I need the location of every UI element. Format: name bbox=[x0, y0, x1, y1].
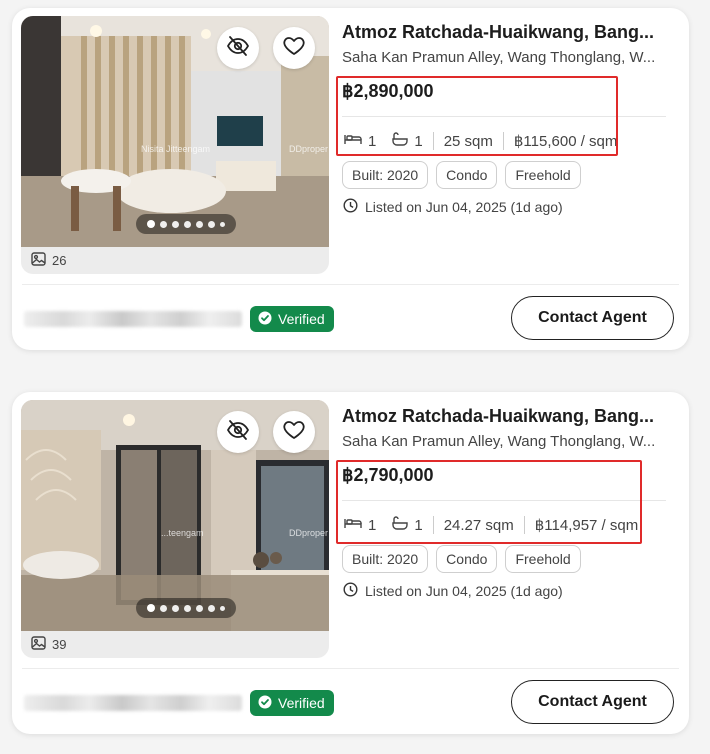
divider bbox=[22, 284, 679, 285]
area-value: 24.27 sqm bbox=[443, 516, 514, 534]
listing-photo-container[interactable]: ...teengam DDproper 39 bbox=[21, 400, 329, 658]
image-icon bbox=[31, 252, 46, 269]
tag-type: Condo bbox=[436, 161, 498, 189]
badge-check-icon bbox=[258, 695, 272, 712]
photo-brand-watermark: DDproper bbox=[289, 528, 329, 538]
area-value: 25 sqm bbox=[443, 132, 493, 150]
listing-title[interactable]: Atmoz Ratchada-Huaikwang, Bang... bbox=[342, 22, 672, 43]
beds-spec: 1 bbox=[344, 516, 376, 534]
listing-price: ฿2,890,000 bbox=[342, 81, 434, 101]
tag-tenure: Freehold bbox=[505, 161, 581, 189]
carousel-dot[interactable] bbox=[160, 604, 167, 612]
badge-check-icon bbox=[258, 311, 272, 328]
photo-count: 39 bbox=[31, 636, 66, 653]
carousel-dot[interactable] bbox=[160, 220, 167, 228]
bathtub-icon bbox=[392, 132, 409, 150]
carousel-indicator[interactable] bbox=[136, 214, 236, 234]
tag-type: Condo bbox=[436, 545, 498, 573]
beds-value: 1 bbox=[368, 516, 377, 534]
image-icon bbox=[31, 636, 46, 653]
eye-slash-icon bbox=[226, 418, 250, 447]
listing-photo-container[interactable]: Nisita Jitteengam DDproper 26 bbox=[21, 16, 329, 274]
listed-date: Listed on Jun 04, 2025 (1d ago) bbox=[343, 198, 563, 216]
spec-separator bbox=[432, 516, 434, 534]
hide-listing-button[interactable] bbox=[217, 411, 259, 453]
heart-icon bbox=[282, 418, 306, 447]
carousel-dot[interactable] bbox=[184, 220, 191, 228]
listing-tags: Built: 2020 Condo Freehold bbox=[342, 161, 581, 189]
listing-price: ฿2,790,000 bbox=[342, 465, 434, 485]
favorite-button[interactable] bbox=[273, 411, 315, 453]
beds-spec: 1 bbox=[344, 132, 376, 150]
listing-address: Saha Kan Pramun Alley, Wang Thonglang, W… bbox=[342, 433, 656, 450]
listed-date-text: Listed on Jun 04, 2025 (1d ago) bbox=[365, 583, 563, 599]
verified-label: Verified bbox=[278, 311, 325, 327]
listed-date: Listed on Jun 04, 2025 (1d ago) bbox=[343, 582, 563, 600]
baths-value: 1 bbox=[414, 516, 423, 534]
photo-count-value: 39 bbox=[52, 637, 67, 652]
contact-agent-button[interactable]: Contact Agent bbox=[511, 296, 674, 340]
heart-icon bbox=[282, 34, 306, 63]
eye-slash-icon bbox=[226, 34, 250, 63]
price-per-sqm: ฿114,957 / sqm bbox=[534, 517, 639, 534]
bed-icon bbox=[344, 132, 362, 150]
verified-label: Verified bbox=[278, 695, 325, 711]
carousel-dot[interactable] bbox=[196, 220, 203, 228]
listing-card[interactable]: ...teengam DDproper 39 Atmoz Ratchada-Hu… bbox=[12, 392, 689, 734]
clock-icon bbox=[343, 198, 358, 216]
baths-spec: 1 bbox=[392, 132, 423, 150]
agent-name-blurred[interactable] bbox=[24, 311, 242, 327]
carousel-dot[interactable] bbox=[220, 605, 225, 611]
photo-watermark: Nisita Jitteengam bbox=[141, 144, 211, 154]
photo-brand-watermark: DDproper bbox=[289, 144, 329, 154]
listing-address: Saha Kan Pramun Alley, Wang Thonglang, W… bbox=[342, 49, 656, 66]
carousel-dot[interactable] bbox=[220, 221, 225, 227]
tag-tenure: Freehold bbox=[505, 545, 581, 573]
verified-badge: Verified bbox=[250, 306, 334, 332]
spec-separator bbox=[432, 132, 434, 150]
carousel-dot[interactable] bbox=[184, 604, 191, 612]
divider bbox=[22, 668, 679, 669]
spec-separator bbox=[523, 516, 525, 534]
listing-title[interactable]: Atmoz Ratchada-Huaikwang, Bang... bbox=[342, 406, 672, 427]
spec-separator bbox=[502, 132, 504, 150]
clock-icon bbox=[343, 582, 358, 600]
tag-built: Built: 2020 bbox=[342, 161, 429, 189]
photo-watermark: ...teengam bbox=[161, 528, 204, 538]
listed-date-text: Listed on Jun 04, 2025 (1d ago) bbox=[365, 199, 563, 215]
tag-built: Built: 2020 bbox=[342, 545, 429, 573]
bathtub-icon bbox=[392, 516, 409, 534]
baths-spec: 1 bbox=[392, 516, 423, 534]
contact-agent-button[interactable]: Contact Agent bbox=[511, 680, 674, 724]
carousel-dot[interactable] bbox=[196, 604, 203, 612]
verified-badge: Verified bbox=[250, 690, 334, 716]
beds-value: 1 bbox=[368, 132, 377, 150]
carousel-dot[interactable] bbox=[147, 220, 155, 228]
carousel-dot[interactable] bbox=[208, 220, 215, 228]
carousel-indicator[interactable] bbox=[136, 598, 236, 618]
price-per-sqm: ฿115,600 / sqm bbox=[513, 133, 618, 150]
carousel-dot[interactable] bbox=[147, 604, 155, 612]
carousel-dot[interactable] bbox=[172, 604, 179, 612]
photo-count: 26 bbox=[31, 252, 66, 269]
favorite-button[interactable] bbox=[273, 27, 315, 69]
agent-name-blurred[interactable] bbox=[24, 695, 242, 711]
carousel-dot[interactable] bbox=[172, 220, 179, 228]
photo-count-value: 26 bbox=[52, 253, 67, 268]
listing-tags: Built: 2020 Condo Freehold bbox=[342, 545, 581, 573]
divider bbox=[342, 116, 666, 117]
hide-listing-button[interactable] bbox=[217, 27, 259, 69]
divider bbox=[342, 500, 666, 501]
listing-specs: 1 1 24.27 sqm ฿114,957 / sqm bbox=[344, 516, 638, 534]
bed-icon bbox=[344, 516, 362, 534]
carousel-dot[interactable] bbox=[208, 604, 215, 612]
listing-specs: 1 1 25 sqm ฿115,600 / sqm bbox=[344, 132, 617, 150]
baths-value: 1 bbox=[414, 132, 423, 150]
listing-card[interactable]: Nisita Jitteengam DDproper 26 Atmoz Ratc… bbox=[12, 8, 689, 350]
